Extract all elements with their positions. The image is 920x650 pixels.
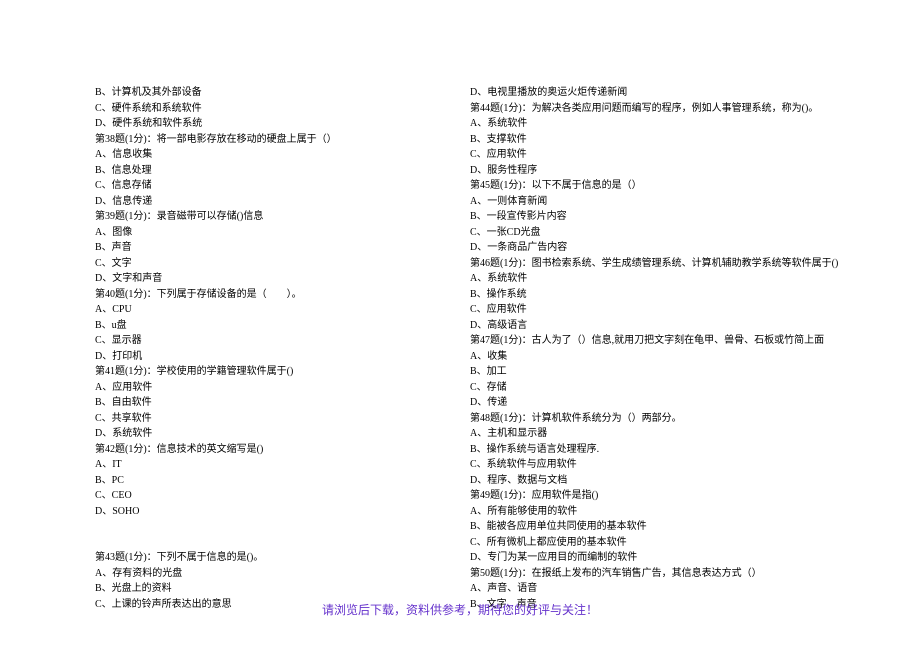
footer-text: 请浏览后下载，资料供参考，期待您的好评与关注！ [0, 601, 920, 618]
blank-line [95, 535, 470, 551]
text-line: C、文字 [95, 256, 470, 272]
text-line: D、传递 [470, 395, 845, 411]
text-line: A、声音、语音 [470, 581, 845, 597]
text-line: A、一则体育新闻 [470, 194, 845, 210]
text-line: C、一张CD光盘 [470, 225, 845, 241]
text-line: A、存有资料的光盘 [95, 566, 470, 582]
text-line: D、专门为某一应用目的而编制的软件 [470, 550, 845, 566]
text-line: B、声音 [95, 240, 470, 256]
text-line: B、u盘 [95, 318, 470, 334]
text-line: B、自由软件 [95, 395, 470, 411]
text-line: A、收集 [470, 349, 845, 365]
text-line: 第43题(1分)：下列不属于信息的是()。 [95, 550, 470, 566]
text-line: D、硬件系统和软件系统 [95, 116, 470, 132]
text-line: 第48题(1分)：计算机软件系统分为（）两部分。 [470, 411, 845, 427]
text-line: B、信息处理 [95, 163, 470, 179]
text-line: C、共享软件 [95, 411, 470, 427]
text-line: D、高级语言 [470, 318, 845, 334]
text-line: A、信息收集 [95, 147, 470, 163]
text-line: C、应用软件 [470, 147, 845, 163]
text-line: D、一条商品广告内容 [470, 240, 845, 256]
text-line: C、显示器 [95, 333, 470, 349]
text-line: D、SOHO [95, 504, 470, 520]
text-line: C、硬件系统和系统软件 [95, 101, 470, 117]
text-line: B、PC [95, 473, 470, 489]
text-line: 第40题(1分)：下列属于存储设备的是（ ）。 [95, 287, 470, 303]
left-column: B、计算机及其外部设备C、硬件系统和系统软件D、硬件系统和软件系统第38题(1分… [95, 85, 470, 612]
text-line: A、IT [95, 457, 470, 473]
text-line: D、信息传递 [95, 194, 470, 210]
text-line: C、存储 [470, 380, 845, 396]
text-line: D、系统软件 [95, 426, 470, 442]
text-line: 第39题(1分)：录音磁带可以存储()信息 [95, 209, 470, 225]
text-line: B、一段宣传影片内容 [470, 209, 845, 225]
text-line: 第44题(1分)：为解决各类应用问题而编写的程序，例如人事管理系统，称为()。 [470, 101, 845, 117]
text-line: 第38题(1分)：将一部电影存放在移动的硬盘上属于（） [95, 132, 470, 148]
text-line: B、计算机及其外部设备 [95, 85, 470, 101]
right-column: D、电视里播放的奥运火炬传递新闻第44题(1分)：为解决各类应用问题而编写的程序… [470, 85, 845, 612]
text-line: A、系统软件 [470, 116, 845, 132]
text-line: A、CPU [95, 302, 470, 318]
text-line: B、能被各应用单位共同使用的基本软件 [470, 519, 845, 535]
text-line: C、应用软件 [470, 302, 845, 318]
text-line: 第50题(1分)：在报纸上发布的汽车销售广告，其信息表达方式（） [470, 566, 845, 582]
text-line: A、图像 [95, 225, 470, 241]
text-line: 第41题(1分)：学校使用的学籍管理软件属于() [95, 364, 470, 380]
text-line: A、所有能够使用的软件 [470, 504, 845, 520]
text-line: C、所有微机上都应使用的基本软件 [470, 535, 845, 551]
text-line: D、程序、数据与文档 [470, 473, 845, 489]
text-line: B、操作系统与语言处理程序. [470, 442, 845, 458]
text-line: D、打印机 [95, 349, 470, 365]
text-line: B、操作系统 [470, 287, 845, 303]
text-line: A、应用软件 [95, 380, 470, 396]
text-line: B、支撑软件 [470, 132, 845, 148]
text-line: D、服务性程序 [470, 163, 845, 179]
text-line: D、电视里播放的奥运火炬传递新闻 [470, 85, 845, 101]
text-line: B、加工 [470, 364, 845, 380]
text-line: C、系统软件与应用软件 [470, 457, 845, 473]
text-line: 第45题(1分)：以下不属于信息的是（） [470, 178, 845, 194]
text-line: 第47题(1分)：古人为了（）信息,就用刀把文字刻在龟甲、兽骨、石板或竹简上面 [470, 333, 845, 349]
blank-line [95, 519, 470, 535]
text-line: C、CEO [95, 488, 470, 504]
text-line: 第49题(1分)：应用软件是指() [470, 488, 845, 504]
text-line: C、信息存储 [95, 178, 470, 194]
text-line: B、光盘上的资料 [95, 581, 470, 597]
text-line: 第46题(1分)：图书检索系统、学生成绩管理系统、计算机辅助教学系统等软件属于(… [470, 256, 845, 272]
text-line: A、系统软件 [470, 271, 845, 287]
text-line: 第42题(1分)：信息技术的英文缩写是() [95, 442, 470, 458]
text-line: A、主机和显示器 [470, 426, 845, 442]
text-line: D、文字和声音 [95, 271, 470, 287]
